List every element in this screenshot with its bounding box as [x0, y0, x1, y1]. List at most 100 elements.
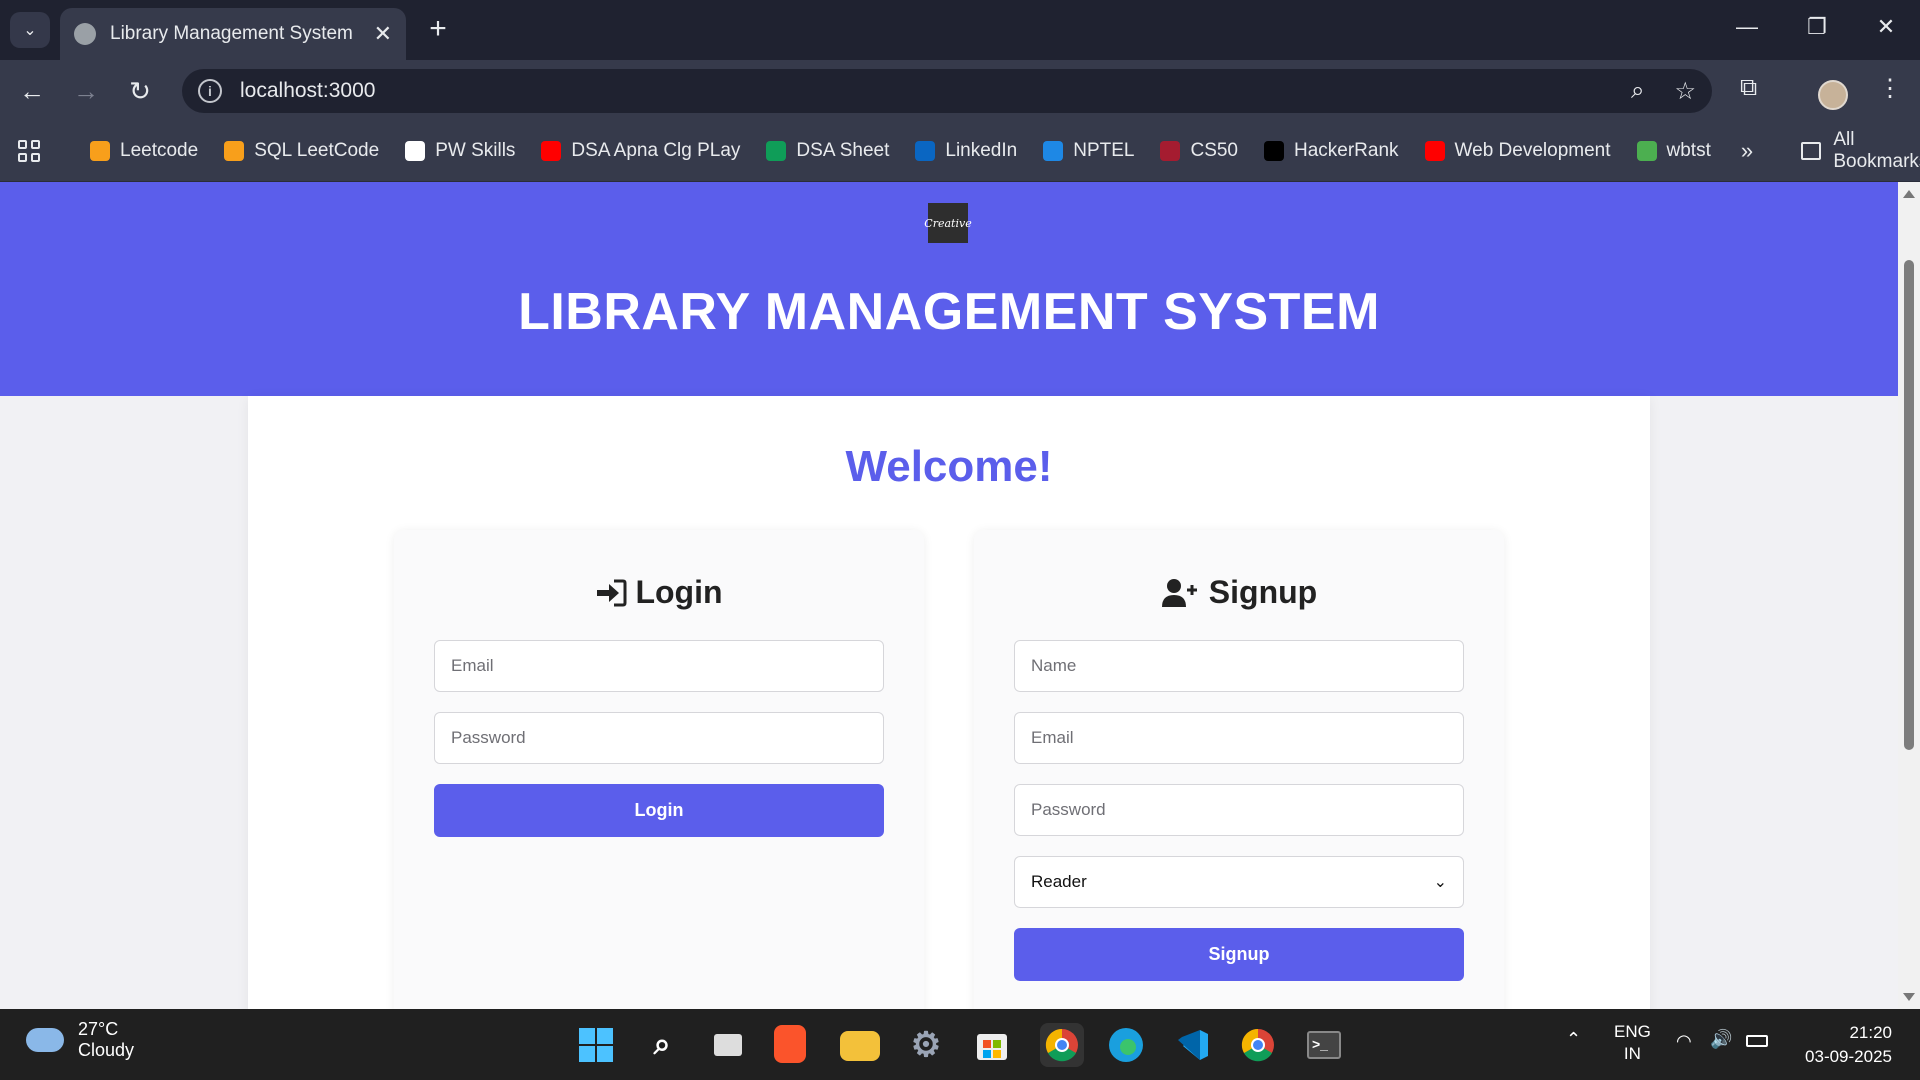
- chrome-icon[interactable]: [1040, 1023, 1084, 1067]
- leetcode-icon: [224, 140, 245, 161]
- bookmark-item[interactable]: DSA Apna Clg PLay: [541, 140, 740, 162]
- close-window-icon[interactable]: ✕: [1866, 14, 1906, 40]
- url-text[interactable]: localhost:3000: [240, 79, 375, 103]
- signup-title-text: Signup: [1208, 574, 1318, 610]
- bookmark-label: PW Skills: [435, 139, 516, 161]
- chevron-down-icon: ⌄: [1433, 874, 1447, 891]
- page-viewport: Creative LIBRARY MANAGEMENT SYSTEM Welco…: [0, 182, 1898, 1009]
- bookmark-item[interactable]: CS50: [1160, 140, 1238, 162]
- leetcode-icon: [90, 140, 110, 161]
- zoom-icon[interactable]: ⌕: [1631, 77, 1644, 106]
- bookmark-item[interactable]: LinkedIn: [915, 140, 1017, 162]
- site-info-icon[interactable]: i: [198, 79, 222, 103]
- bookmark-item[interactable]: Leetcode: [90, 140, 198, 162]
- logo-text: Creative: [924, 216, 972, 230]
- all-bookmarks-button[interactable]: All Bookmarks: [1801, 129, 1920, 173]
- file-explorer-icon[interactable]: [840, 1031, 880, 1061]
- youtube-icon: [541, 140, 562, 161]
- apps-grid-icon[interactable]: [18, 139, 40, 162]
- vscode-icon[interactable]: [1172, 1025, 1212, 1065]
- bookmark-star-icon[interactable]: ☆: [1674, 77, 1696, 106]
- welcome-heading: Welcome!: [845, 442, 1053, 491]
- brave-browser-icon[interactable]: [774, 1025, 806, 1063]
- scroll-up-arrow-icon[interactable]: [1903, 190, 1915, 198]
- login-panel: Login Login: [394, 530, 924, 1009]
- scroll-thumb[interactable]: [1904, 260, 1914, 750]
- tab-search-button[interactable]: ⌄: [10, 12, 50, 48]
- globe-icon: [74, 23, 96, 45]
- bookmark-item[interactable]: SQL LeetCode: [224, 140, 379, 162]
- signup-email-input[interactable]: [1014, 712, 1464, 764]
- sign-in-icon: [597, 579, 627, 606]
- bookmark-label: SQL LeetCode: [254, 139, 380, 161]
- language-code: ENG: [1614, 1022, 1651, 1041]
- bookmark-item[interactable]: HackerRank: [1264, 140, 1399, 162]
- forward-arrow-icon[interactable]: →: [68, 74, 104, 110]
- page-scrollbar[interactable]: [1898, 182, 1920, 1009]
- role-select[interactable]: Reader ⌄: [1014, 856, 1464, 908]
- restore-icon[interactable]: ❐: [1797, 14, 1837, 40]
- login-title: Login: [394, 574, 924, 611]
- task-view-icon[interactable]: [708, 1025, 748, 1065]
- show-hidden-icons-icon[interactable]: ⌃: [1566, 1029, 1581, 1050]
- back-arrow-icon[interactable]: ←: [14, 74, 50, 110]
- cloud-icon: [26, 1028, 64, 1052]
- search-icon[interactable]: ⌕: [642, 1025, 682, 1065]
- new-tab-button[interactable]: +: [422, 14, 454, 46]
- edge-browser-icon[interactable]: [1106, 1025, 1146, 1065]
- bookmark-item[interactable]: Web Development: [1424, 140, 1611, 162]
- region-code: IN: [1623, 1044, 1641, 1063]
- signup-name-input[interactable]: [1014, 640, 1464, 692]
- battery-icon[interactable]: [1746, 1031, 1768, 1052]
- chevron-down-icon: ⌄: [23, 22, 37, 39]
- extensions-icon[interactable]: ⧉: [1740, 74, 1757, 102]
- login-button[interactable]: Login: [434, 784, 884, 837]
- chrome-profile-icon[interactable]: [1238, 1025, 1278, 1065]
- scroll-down-arrow-icon[interactable]: [1903, 993, 1915, 1001]
- wifi-icon[interactable]: ◠: [1676, 1031, 1692, 1052]
- system-clock[interactable]: 21:20 03-09-2025: [1805, 1021, 1892, 1069]
- settings-gear-icon[interactable]: ⚙: [906, 1025, 946, 1065]
- profile-avatar[interactable]: [1818, 80, 1848, 110]
- sheets-icon: [766, 140, 787, 161]
- login-email-input[interactable]: [434, 640, 884, 692]
- windows-taskbar: 27°C Cloudy ⌕ ⚙ >_ ⌃ ENG IN ◠ 🔊 21:20 03…: [0, 1009, 1920, 1080]
- signup-title: Signup: [974, 574, 1504, 611]
- signup-password-input[interactable]: [1014, 784, 1464, 836]
- signup-button[interactable]: Signup: [1014, 928, 1464, 981]
- login-title-text: Login: [635, 574, 723, 610]
- menu-dots-icon[interactable]: ⋮: [1878, 74, 1902, 103]
- browser-tab[interactable]: Library Management System ✕: [60, 8, 406, 60]
- login-password-input[interactable]: [434, 712, 884, 764]
- temperature: 27°C: [78, 1019, 119, 1039]
- close-tab-icon[interactable]: ✕: [374, 21, 392, 47]
- bookmark-item[interactable]: wbtst: [1636, 140, 1711, 162]
- reload-icon[interactable]: ↻: [122, 74, 158, 110]
- tab-strip: ⌄ Library Management System ✕ + — ❐ ✕: [0, 0, 1920, 60]
- bookmark-label: CS50: [1190, 139, 1238, 161]
- bookmark-label: DSA Sheet: [796, 139, 890, 161]
- bookmarks-bar: Leetcode SQL LeetCode PW Skills DSA Apna Cl…: [0, 120, 1920, 182]
- bookmark-item[interactable]: DSA Sheet: [766, 140, 889, 162]
- terminal-icon[interactable]: >_: [1304, 1025, 1344, 1065]
- signup-panel: Signup Reader ⌄ Signup: [974, 530, 1504, 1009]
- bookmark-list: Leetcode SQL LeetCode PW Skills DSA Apna Cl…: [90, 140, 1737, 162]
- role-selected-value: Reader: [1031, 872, 1087, 891]
- bookmark-label: DSA Apna Clg PLay: [571, 139, 741, 161]
- windows-start-icon[interactable]: [576, 1025, 616, 1065]
- bookmark-label: HackerRank: [1294, 139, 1399, 161]
- bookmark-item[interactable]: NPTEL: [1043, 140, 1134, 162]
- microsoft-store-icon[interactable]: [972, 1025, 1012, 1065]
- linkedin-icon: [915, 140, 936, 161]
- minimize-icon[interactable]: —: [1727, 14, 1767, 40]
- weather-widget[interactable]: 27°C Cloudy: [26, 1019, 134, 1061]
- volume-icon[interactable]: 🔊: [1710, 1029, 1732, 1050]
- chevron-double-right-icon[interactable]: »: [1741, 138, 1753, 164]
- bookmark-item[interactable]: PW Skills: [405, 140, 515, 162]
- address-bar[interactable]: i localhost:3000 ⌕ ☆: [182, 69, 1712, 113]
- language-indicator[interactable]: ENG IN: [1614, 1021, 1651, 1065]
- weather-condition: Cloudy: [78, 1040, 135, 1060]
- youtube-icon: [1424, 140, 1445, 161]
- clock-time: 21:20: [1849, 1023, 1892, 1042]
- page-title: LIBRARY MANAGEMENT SYSTEM: [518, 283, 1380, 341]
